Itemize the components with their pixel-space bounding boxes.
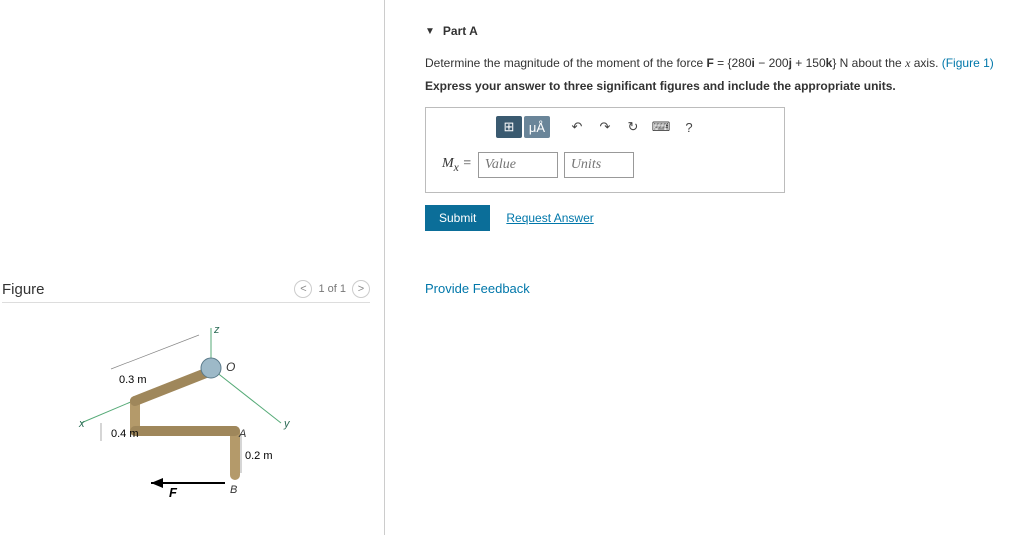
templates-button[interactable]: ⊞ (496, 116, 522, 138)
figure-title: Figure (2, 281, 45, 298)
pager-prev[interactable]: < (294, 280, 312, 298)
figure-header: Figure < 1 of 1 > (2, 280, 370, 303)
pager-next[interactable]: > (352, 280, 370, 298)
dim-0.4m: 0.4 m (111, 428, 139, 440)
answer-toolbar: ⊞ μÅ ↶ ↷ ↻ ⌨ ? (426, 108, 784, 142)
point-O-label: O (226, 360, 235, 374)
reset-button[interactable]: ↻ (620, 116, 646, 138)
axis-z-label: z (213, 324, 220, 336)
figure-pager: < 1 of 1 > (294, 280, 370, 298)
symbols-button[interactable]: μÅ (524, 116, 550, 138)
redo-button[interactable]: ↷ (592, 116, 618, 138)
point-B-label: B (230, 484, 237, 496)
question-text: Determine the magnitude of the moment of… (425, 56, 1004, 71)
figure-image: z y x O A B (41, 323, 331, 503)
force-F-label: F (169, 485, 178, 500)
figure-link[interactable]: (Figure 1) (942, 56, 994, 70)
answer-label: Mx = (442, 156, 472, 174)
part-header[interactable]: ▼ Part A (405, 10, 1004, 48)
undo-button[interactable]: ↶ (564, 116, 590, 138)
submit-button[interactable]: Submit (425, 205, 490, 231)
answer-box: ⊞ μÅ ↶ ↷ ↻ ⌨ ? Mx = (425, 107, 785, 193)
units-input[interactable] (564, 152, 634, 178)
axis-y-label: y (283, 418, 291, 430)
value-input[interactable] (478, 152, 558, 178)
axis-x-label: x (78, 418, 85, 430)
request-answer-link[interactable]: Request Answer (506, 211, 593, 225)
instruction-text: Express your answer to three significant… (425, 79, 1004, 93)
dim-0.2m: 0.2 m (245, 450, 273, 462)
part-title: Part A (443, 24, 478, 38)
point-A-label: A (238, 428, 246, 440)
help-button[interactable]: ? (676, 116, 702, 138)
pager-current: 1 of 1 (318, 283, 346, 295)
keyboard-button[interactable]: ⌨ (648, 116, 674, 138)
caret-down-icon: ▼ (425, 26, 435, 37)
provide-feedback-link[interactable]: Provide Feedback (425, 281, 1004, 296)
dim-0.3m: 0.3 m (119, 374, 147, 386)
